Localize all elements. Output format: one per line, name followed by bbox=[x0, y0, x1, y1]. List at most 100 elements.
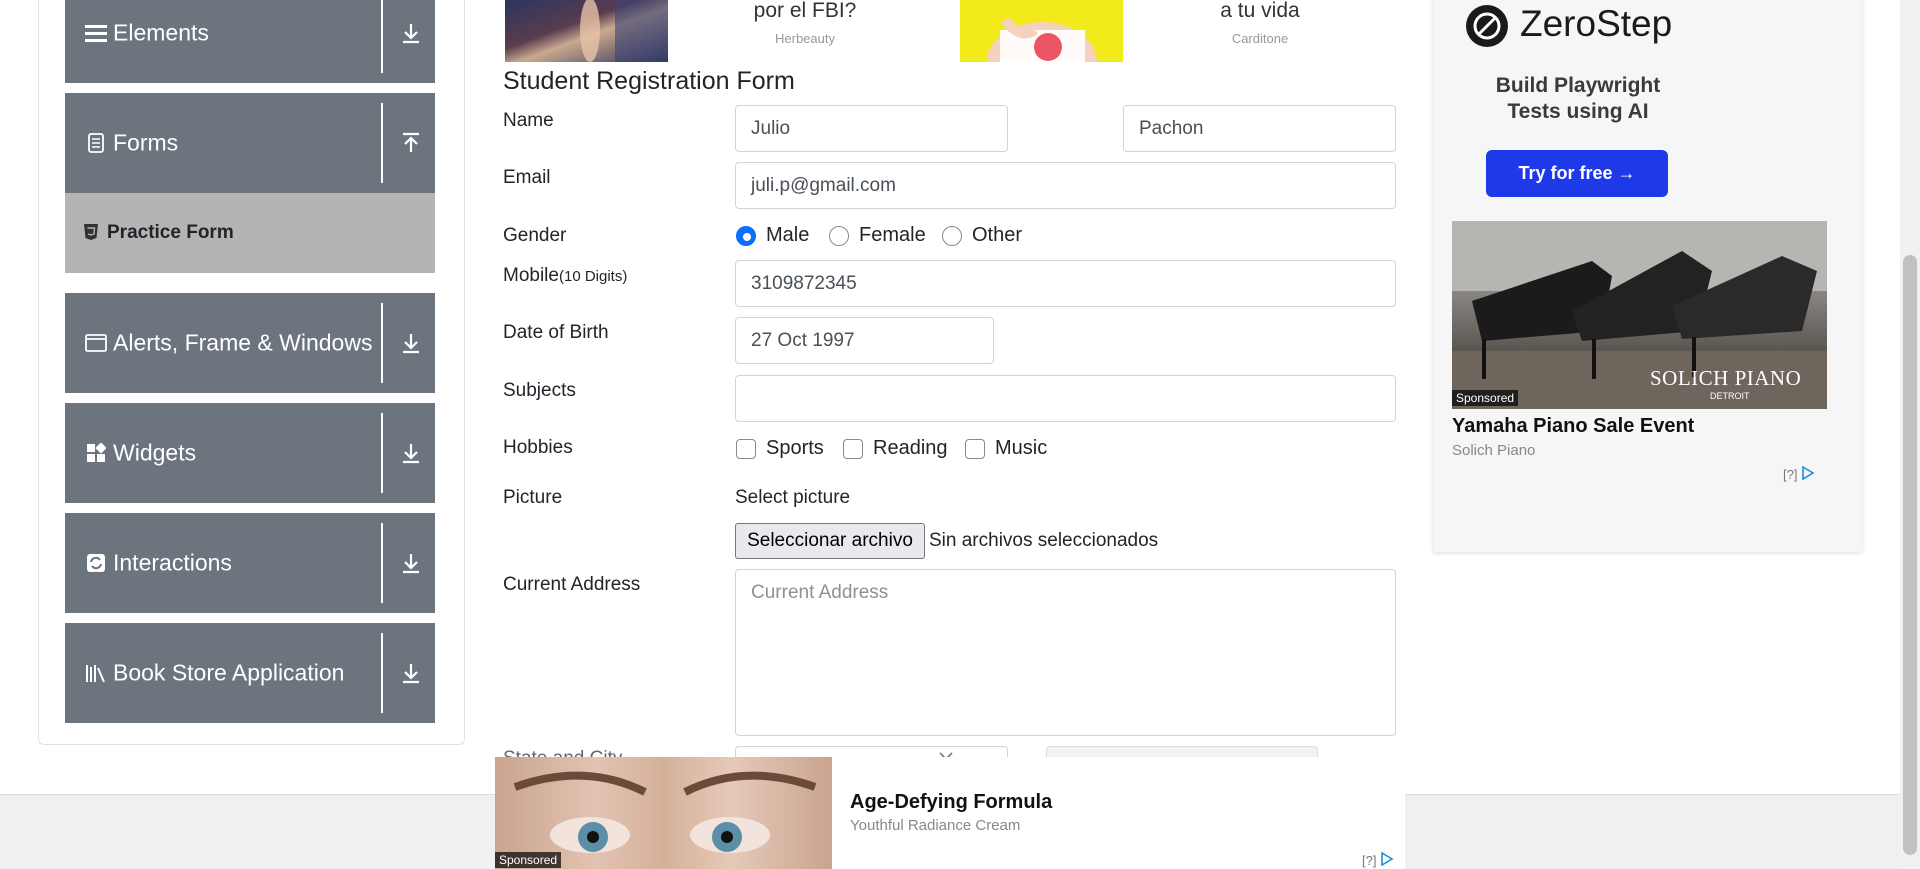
gender-radio-other[interactable]: Other bbox=[942, 224, 1022, 247]
sponsored-label: Sponsored bbox=[1452, 390, 1519, 406]
divider bbox=[381, 633, 383, 713]
email-label: Email bbox=[503, 167, 551, 188]
download-arrow-icon[interactable] bbox=[400, 550, 422, 576]
radio-button[interactable] bbox=[942, 225, 962, 246]
divider bbox=[381, 0, 383, 73]
checkbox-label: Music bbox=[995, 437, 1048, 459]
checkbox[interactable] bbox=[843, 438, 863, 459]
sidebar-group-elements[interactable]: Elements bbox=[65, 0, 435, 83]
gender-radio-female[interactable]: Female bbox=[829, 224, 926, 247]
upload-arrow-icon[interactable] bbox=[400, 130, 422, 156]
city-select[interactable] bbox=[1046, 746, 1318, 757]
divider bbox=[381, 303, 383, 383]
divider bbox=[381, 413, 383, 493]
document-icon bbox=[85, 132, 107, 154]
mobile-input[interactable]: 3109872345 bbox=[735, 260, 1396, 307]
ad-subtitle: Youthful Radiance Cream bbox=[850, 817, 1021, 834]
html5-icon bbox=[83, 223, 99, 241]
zerostep-logo-icon bbox=[1466, 5, 1508, 47]
scrollbar-thumb[interactable] bbox=[1903, 255, 1917, 855]
piano-ad-image[interactable]: SOLICH PIANO DETROIT Sponsored bbox=[1452, 221, 1827, 409]
ad-headline: Build Playwright Tests using AI bbox=[1495, 74, 1661, 123]
sidebar-group-forms[interactable]: Forms bbox=[65, 93, 435, 193]
refresh-icon bbox=[85, 552, 107, 574]
hobby-checkbox-reading[interactable]: Reading bbox=[843, 437, 948, 460]
piano-brand-logo: SOLICH PIANO bbox=[1650, 366, 1802, 390]
file-status: Sin archivos seleccionados bbox=[929, 530, 1159, 551]
sidebar-item-practice-form[interactable]: Practice Form bbox=[65, 193, 435, 273]
ad-text[interactable]: a tu vida bbox=[1185, 0, 1335, 23]
checkbox-label: Reading bbox=[873, 437, 948, 459]
library-icon bbox=[85, 662, 107, 684]
ad-text[interactable]: por el FBI? bbox=[730, 0, 880, 23]
sidebar-group-label: Alerts, Frame & Windows bbox=[113, 329, 373, 356]
hamburger-icon bbox=[85, 22, 107, 44]
radio-label: Female bbox=[859, 224, 926, 246]
name-label: Name bbox=[503, 110, 554, 131]
hobby-checkbox-music[interactable]: Music bbox=[965, 437, 1047, 460]
sidebar-group-alerts-frame-windows[interactable]: Alerts, Frame & Windows bbox=[65, 293, 435, 393]
mobile-label: Mobile(10 Digits) bbox=[503, 265, 627, 287]
hobby-checkbox-sports[interactable]: Sports bbox=[736, 437, 824, 460]
try-for-free-button[interactable]: Try for free → bbox=[1486, 150, 1668, 197]
dob-input[interactable]: 27 Oct 1997 bbox=[735, 317, 994, 364]
gender-label: Gender bbox=[503, 225, 567, 246]
form-title: Student Registration Form bbox=[503, 67, 795, 95]
divider bbox=[381, 103, 383, 183]
ad-choices[interactable]: [?] bbox=[1362, 851, 1395, 869]
download-arrow-icon[interactable] bbox=[400, 330, 422, 356]
mobile-hint: (10 Digits) bbox=[558, 268, 628, 285]
radio-button[interactable] bbox=[736, 225, 756, 246]
radio-button[interactable] bbox=[829, 225, 849, 246]
widgets-icon bbox=[85, 442, 107, 464]
checkbox[interactable] bbox=[736, 438, 756, 459]
ad-title[interactable]: Yamaha Piano Sale Event bbox=[1452, 415, 1694, 438]
ad-choices[interactable]: [?] bbox=[1783, 465, 1816, 483]
radio-label: Male bbox=[766, 224, 810, 246]
ad-brand: ZeroStep bbox=[1520, 3, 1673, 44]
address-label: Current Address bbox=[503, 574, 641, 595]
ad-image-fashion[interactable] bbox=[505, 0, 668, 62]
current-address-textarea[interactable]: Current Address bbox=[735, 569, 1396, 736]
checkbox[interactable] bbox=[965, 438, 985, 459]
state-select[interactable] bbox=[735, 746, 1008, 761]
adchoices-icon bbox=[1801, 465, 1816, 483]
sidebar-group-widgets[interactable]: Widgets bbox=[65, 403, 435, 503]
sidebar-group-book-store[interactable]: Book Store Application bbox=[65, 623, 435, 723]
sidebar-item-label: Practice Form bbox=[107, 222, 234, 243]
select-picture-label: Select picture bbox=[735, 487, 851, 508]
ad-source: Carditone bbox=[1231, 31, 1289, 46]
ad-image-health[interactable] bbox=[960, 0, 1123, 62]
sidebar-group-label: Forms bbox=[113, 129, 179, 156]
email-input[interactable]: juli.p@gmail.com bbox=[735, 162, 1396, 209]
sidebar-group-interactions[interactable]: Interactions bbox=[65, 513, 435, 613]
eyes-ad-image[interactable]: Sponsored bbox=[495, 757, 832, 869]
gender-radio-male[interactable]: Male bbox=[736, 224, 809, 247]
sidebar-group-label: Elements bbox=[113, 19, 209, 46]
sidebar-group-label: Interactions bbox=[113, 549, 232, 576]
state-city-label: State and City bbox=[503, 748, 622, 757]
choose-file-button[interactable]: Seleccionar archivo bbox=[735, 523, 925, 559]
download-arrow-icon[interactable] bbox=[400, 20, 422, 46]
ad-source: Solich Piano bbox=[1452, 442, 1536, 459]
adchoices-icon bbox=[1380, 851, 1395, 869]
ad-title[interactable]: Age-Defying Formula bbox=[850, 791, 1052, 814]
first-name-input[interactable]: Julio bbox=[735, 105, 1008, 152]
piano-brand-city: DETROIT bbox=[1710, 391, 1750, 401]
subjects-input[interactable] bbox=[735, 375, 1396, 422]
ad-source: Herbeauty bbox=[775, 31, 835, 46]
dob-label: Date of Birth bbox=[503, 322, 609, 343]
ad-choices-text: [?] bbox=[1783, 467, 1798, 482]
last-name-input[interactable]: Pachon bbox=[1123, 105, 1396, 152]
download-arrow-icon[interactable] bbox=[400, 440, 422, 466]
picture-label: Picture bbox=[503, 487, 563, 508]
subjects-label: Subjects bbox=[503, 380, 576, 401]
sidebar-group-label: Widgets bbox=[113, 439, 197, 466]
ad-choices-text: [?] bbox=[1362, 853, 1377, 868]
sponsored-label: Sponsored bbox=[495, 852, 562, 868]
radio-label: Other bbox=[972, 224, 1023, 246]
checkbox-label: Sports bbox=[766, 437, 824, 459]
sidebar-group-label: Book Store Application bbox=[113, 659, 345, 686]
download-arrow-icon[interactable] bbox=[400, 660, 422, 686]
divider bbox=[381, 523, 383, 603]
